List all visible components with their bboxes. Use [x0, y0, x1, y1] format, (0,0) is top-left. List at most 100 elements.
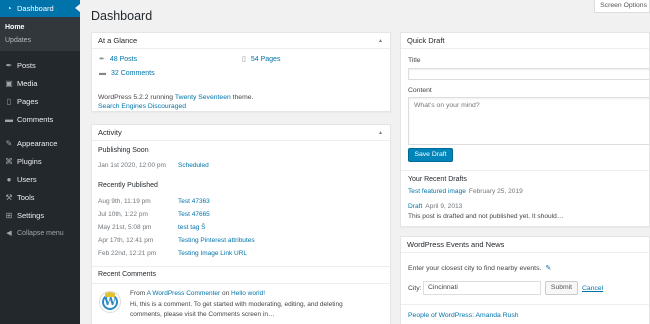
post-link[interactable]: Testing Image Link URL [178, 250, 247, 257]
list-item: Apr 17th, 12:41 pm Testing Pinterest att… [98, 237, 388, 247]
glance-posts-link[interactable]: ✒ 48 Posts [99, 55, 137, 63]
list-item: Feb 22nd, 12:21 pm Testing Image Link UR… [98, 250, 388, 260]
post-date: Aug 9th, 11:19 pm [98, 198, 151, 205]
collapse-menu-button[interactable]: ◀ Collapse menu [0, 225, 80, 243]
widget-header[interactable]: Quick Draft [401, 33, 649, 49]
city-input[interactable]: Cincinnati [423, 281, 541, 295]
widget-header[interactable]: Activity ▲ [92, 125, 390, 141]
version-text: WordPress 5.2.2 running [98, 94, 175, 101]
draft-date: April 9, 2013 [425, 203, 463, 210]
pencil-icon[interactable]: ✎ [545, 265, 551, 272]
widget-title: Quick Draft [407, 36, 445, 45]
list-item: Draft April 9, 2013 [408, 203, 462, 210]
wrench-icon: ⚒ [5, 193, 13, 202]
version-info: WordPress 5.2.2 running Twenty Seventeen… [98, 94, 253, 101]
events-intro-text: Enter your closest city to find nearby e… [408, 265, 542, 272]
search-engines-discouraged-link[interactable]: Search Engines Discouraged [98, 103, 186, 110]
comment-icon: ▬ [99, 70, 106, 77]
dashboard-submenu: Home Updates [0, 17, 80, 51]
menu-tools[interactable]: ⚒ Tools [0, 189, 80, 207]
title-label: Title [408, 57, 421, 64]
admin-sidebar: ◔ Dashboard Home Updates ✒ Posts ▣ Media ▯… [0, 0, 80, 324]
divider [401, 170, 649, 171]
post-link[interactable]: Test 47363 [178, 198, 210, 205]
save-draft-button[interactable]: Save Draft [408, 148, 453, 162]
menu-pages[interactable]: ▯ Pages [0, 93, 80, 111]
menu-label: Media [17, 79, 38, 88]
menu-dashboard[interactable]: ◔ Dashboard [0, 0, 80, 17]
paintbrush-icon: ✎ [5, 139, 13, 148]
draft-title-input[interactable] [408, 68, 649, 80]
comment-post-link[interactable]: Hello world! [231, 290, 265, 297]
post-link[interactable]: Scheduled [178, 162, 209, 169]
pages-icon: ▯ [242, 56, 246, 63]
comment-author-link[interactable]: A WordPress Commenter [147, 290, 221, 297]
post-link[interactable]: test tag Ŝ [178, 224, 205, 231]
theme-link[interactable]: Twenty Seventeen [175, 94, 231, 101]
submenu-home[interactable]: Home [0, 21, 80, 34]
news-link[interactable]: People of WordPress: Amanda Rush [408, 312, 519, 319]
list-item: May 21st, 5:08 pm test tag Ŝ [98, 224, 388, 234]
draft-content-textarea[interactable]: What’s on your mind? [408, 97, 649, 145]
draft-excerpt: This post is drafted and not published y… [408, 213, 564, 220]
settings-icon: ⊞ [5, 211, 13, 220]
submenu-updates[interactable]: Updates [0, 34, 80, 47]
post-date: Jan 1st 2020, 12:00 pm [98, 162, 166, 169]
list-item: Jan 1st 2020, 12:00 pm Scheduled [98, 162, 388, 172]
menu-label: Settings [17, 211, 45, 220]
content-label: Content [408, 87, 432, 94]
glance-comments-label: 32 Comments [111, 70, 155, 77]
post-date: Apr 17th, 12:41 pm [98, 237, 154, 244]
menu-posts[interactable]: ✒ Posts [0, 57, 80, 75]
comment-from: From [130, 290, 147, 297]
menu-appearance[interactable]: ✎ Appearance [0, 135, 80, 153]
users-icon: ● [6, 175, 12, 184]
widget-header[interactable]: At a Glance ▲ [92, 33, 390, 49]
list-item: Aug 9th, 11:19 pm Test 47363 [98, 198, 388, 208]
events-news-widget: WordPress Events and News Enter your clo… [400, 236, 650, 324]
divider [92, 283, 390, 284]
submit-button[interactable]: Submit [545, 281, 578, 295]
media-icon: ▣ [5, 79, 13, 88]
comment-on: on [220, 290, 232, 297]
menu-label: Collapse menu [17, 230, 64, 237]
glance-posts-label: 48 Posts [109, 56, 138, 63]
menu-media[interactable]: ▣ Media [0, 75, 80, 93]
glance-pages-link[interactable]: ▯ 54 Pages [242, 55, 280, 63]
pushpin-icon: ✒ [99, 56, 105, 63]
menu-plugins[interactable]: ⌘ Plugins [0, 153, 80, 171]
page-title: Dashboard [91, 9, 153, 23]
post-link[interactable]: Test 47665 [178, 211, 210, 218]
menu-label: Appearance [17, 139, 58, 148]
widget-title: WordPress Events and News [407, 240, 505, 249]
widget-header[interactable]: WordPress Events and News [401, 237, 649, 253]
comment-icon: ▬ [5, 115, 13, 124]
city-label: City: [408, 285, 422, 292]
post-link[interactable]: Testing Pinterest attributes [178, 237, 255, 244]
draft-link[interactable]: Test featured image [408, 188, 466, 195]
collapse-arrow-icon[interactable]: ▲ [378, 33, 383, 49]
glance-comments-link[interactable]: ▬ 32 Comments [99, 70, 155, 77]
draft-date: February 25, 2019 [468, 188, 523, 195]
recent-comments-heading: Recent Comments [98, 271, 156, 278]
publishing-soon-heading: Publishing Soon [98, 147, 149, 154]
menu-settings[interactable]: ⊞ Settings [0, 207, 80, 225]
collapse-icon: ◀ [6, 230, 12, 237]
menu-label: Plugins [17, 157, 42, 166]
menu-comments[interactable]: ▬ Comments [0, 111, 80, 129]
glance-pages-label: 54 Pages [250, 56, 281, 63]
plugin-icon: ⌘ [5, 157, 13, 166]
comment-excerpt-line-2: comments, please visit the Comments scre… [130, 311, 275, 318]
post-date: Feb 22nd, 12:21 pm [98, 250, 157, 257]
screen-options-button[interactable]: Screen Options [594, 0, 650, 13]
comment-meta: From A WordPress Commenter on Hello worl… [130, 290, 265, 297]
widget-title: Activity [98, 128, 122, 137]
cancel-link[interactable]: Cancel [582, 285, 603, 292]
draft-link[interactable]: Draft [408, 203, 422, 210]
list-item: Jul 10th, 1:22 pm Test 47665 [98, 211, 388, 221]
collapse-arrow-icon[interactable]: ▲ [378, 125, 383, 141]
pages-icon: ▯ [6, 97, 12, 106]
quick-draft-widget: Quick Draft Title Content What’s on your… [400, 32, 650, 227]
comment-excerpt-line-1: Hi, this is a comment. To get started wi… [130, 301, 343, 308]
menu-users[interactable]: ● Users [0, 171, 80, 189]
